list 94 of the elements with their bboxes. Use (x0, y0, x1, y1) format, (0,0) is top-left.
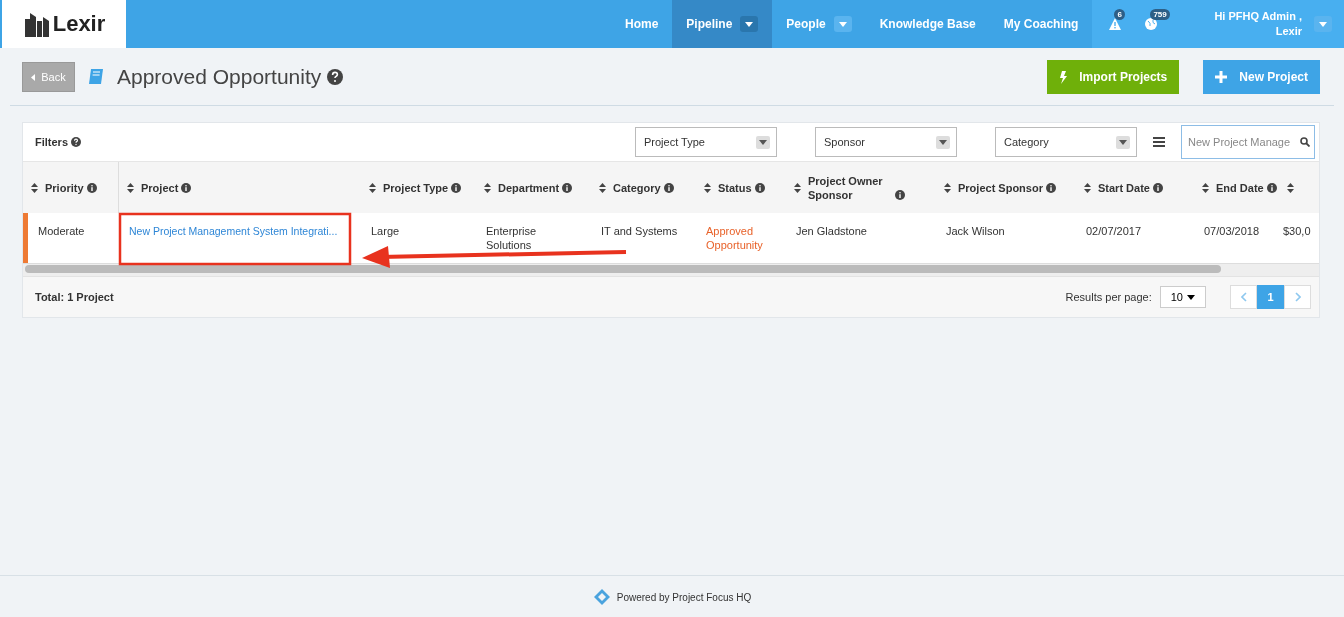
sort-icon[interactable] (1084, 182, 1091, 193)
column-header: Department (498, 181, 560, 194)
sort-icon[interactable] (127, 182, 134, 193)
table-cell: Jack Wilson (946, 225, 1005, 237)
filters-label: Filters (35, 136, 68, 148)
nav-link[interactable]: My Coaching (1003, 17, 1079, 31)
sort-icon[interactable] (31, 182, 38, 193)
book-icon (87, 68, 105, 86)
per-page-dropdown[interactable]: 10 (1159, 286, 1206, 308)
caret-icon (745, 21, 754, 27)
sort-icon[interactable] (704, 182, 711, 193)
table-cell: Large (371, 225, 400, 237)
nav-tab[interactable]: My Coaching (989, 0, 1093, 48)
info-icon (562, 182, 573, 193)
brand-name: Lexir (52, 11, 106, 37)
info-icon (895, 189, 905, 200)
table-cell: Enterprise Solutions (486, 225, 537, 251)
sort-icon[interactable] (794, 182, 801, 193)
brand-logo[interactable]: Lexir (2, 0, 126, 48)
lightning-icon (1059, 70, 1068, 84)
nav-tab[interactable]: People (772, 0, 866, 48)
nav-tab[interactable]: Pipeline (672, 0, 773, 48)
table-cell: IT and Systems (601, 225, 678, 237)
filter-dropdown[interactable]: Sponsor (815, 127, 957, 157)
table-cell: Approved Opportunity (706, 225, 763, 251)
total-count: Total: 1 Project (35, 291, 114, 303)
table-cell: Moderate (38, 225, 85, 237)
sort-icon[interactable] (1202, 182, 1209, 193)
plus-icon (1215, 71, 1228, 83)
help-icon[interactable] (327, 69, 344, 85)
column-header: Project Sponsor (958, 181, 1043, 194)
table-cell: 02/07/2017 (1086, 225, 1142, 237)
footer-text: Powered by Project Focus HQ (616, 591, 752, 603)
search-field[interactable]: New Project Manage (1181, 125, 1315, 159)
table-cell: 07/03/2018 (1204, 225, 1260, 237)
dropdown-button[interactable] (740, 16, 759, 32)
page-button[interactable]: 1 (1257, 285, 1284, 309)
column-header: Category (613, 181, 661, 194)
scrollbar[interactable] (25, 265, 1221, 273)
warning-icon[interactable] (1108, 17, 1123, 31)
sort-icon[interactable] (1287, 182, 1294, 193)
chevron-left-icon (1240, 292, 1247, 302)
nav-link[interactable]: Knowledge Base (879, 17, 976, 31)
table-cell: $30,0 (1283, 225, 1311, 237)
diamond-logo-icon (592, 588, 611, 606)
column-header: Project Owner Sponsor (808, 173, 884, 202)
page-title: Approved Opportunity (117, 65, 322, 89)
nav-tab[interactable]: Home (611, 0, 673, 48)
user-org[interactable]: Lexir (1214, 24, 1302, 39)
sort-icon[interactable] (484, 182, 491, 193)
nav-link[interactable]: Pipeline (686, 17, 733, 31)
caret-icon (1187, 294, 1195, 300)
column-header: End Date (1216, 181, 1264, 194)
globe-icon[interactable] (1144, 17, 1159, 31)
caret-icon (759, 139, 767, 145)
caret-icon (31, 73, 36, 81)
count-badge: 6 (1114, 9, 1125, 20)
sort-icon[interactable] (599, 182, 606, 193)
info-icon (1045, 182, 1056, 193)
nav-link[interactable]: People (786, 17, 826, 31)
caret-icon (838, 21, 847, 27)
nav-link[interactable]: Home (625, 17, 659, 31)
info-icon (451, 182, 462, 193)
column-header: Project Type (383, 181, 449, 194)
project-link[interactable]: New Project Management System Integrati... (129, 225, 338, 237)
help-icon[interactable] (71, 137, 81, 147)
search-icon (1300, 137, 1310, 147)
filter-dropdown[interactable]: Project Type (635, 127, 777, 157)
user-greeting[interactable]: Hi PFHQ Admin , (1214, 9, 1302, 24)
sort-icon[interactable] (944, 182, 951, 193)
column-header: Start Date (1098, 181, 1150, 194)
back-button[interactable]: Back (22, 62, 75, 92)
info-icon (86, 182, 97, 193)
table-cell: Jen Gladstone (796, 225, 867, 237)
menu-icon[interactable] (1153, 137, 1165, 147)
column-header: Priority (45, 181, 84, 194)
dropdown-button[interactable] (833, 16, 852, 32)
info-icon (181, 182, 192, 193)
count-badge: 759 (1150, 9, 1170, 20)
filter-dropdown[interactable]: Category (995, 127, 1137, 157)
import-button[interactable]: Import Projects (1047, 60, 1180, 94)
caret-icon (939, 139, 947, 145)
column-header: Status (718, 181, 752, 194)
caret-icon (1119, 139, 1127, 145)
info-icon (754, 182, 765, 193)
nav-tab[interactable]: Knowledge Base (865, 0, 990, 48)
chevron-right-icon (1294, 292, 1301, 302)
column-header: Project (141, 181, 179, 194)
sort-icon[interactable] (369, 182, 376, 193)
results-per-page-label: Results per page: (1065, 291, 1152, 303)
info-icon (1152, 182, 1163, 193)
caret-icon (1319, 21, 1327, 27)
info-icon (663, 182, 674, 193)
new-project-button[interactable]: New Project (1203, 60, 1320, 94)
